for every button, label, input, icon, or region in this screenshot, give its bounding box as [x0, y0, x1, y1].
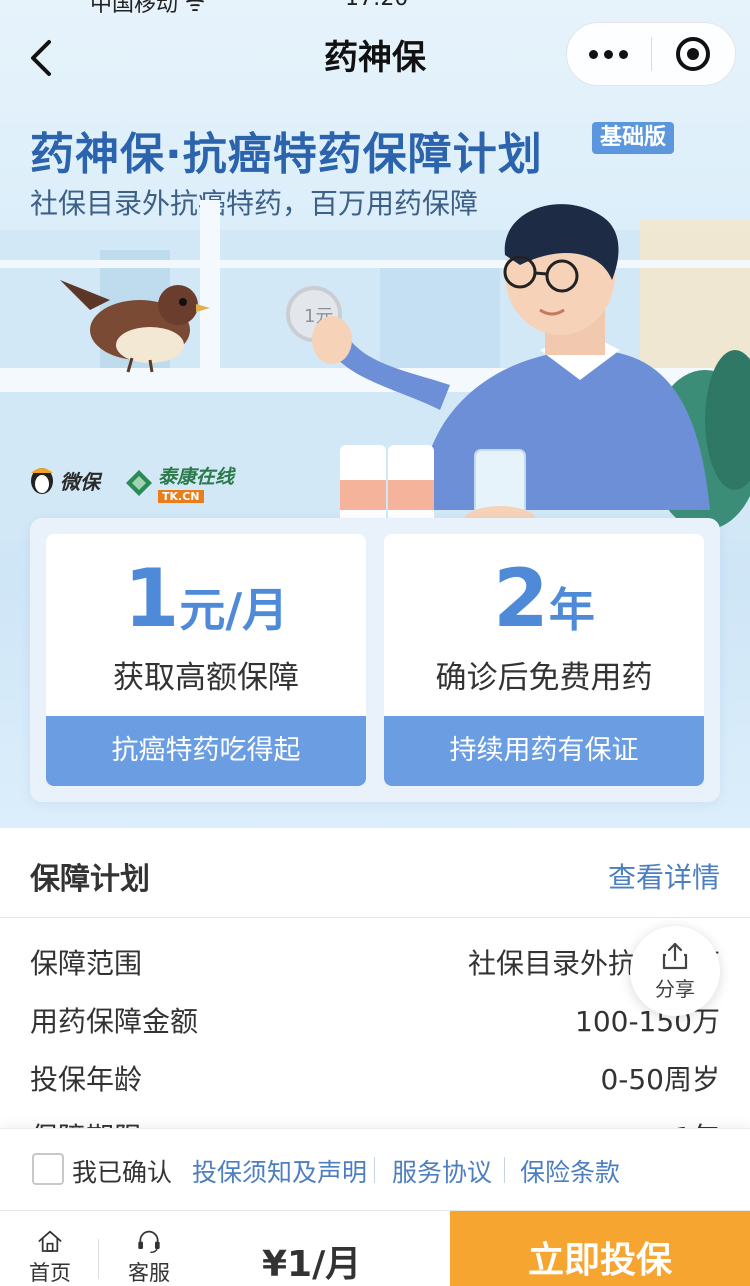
tab-customer-service[interactable]: 客服: [114, 1211, 184, 1286]
headset-icon: [138, 1230, 160, 1253]
tab-home[interactable]: 首页: [15, 1211, 85, 1286]
feature-footer: 抗癌特药吃得起: [46, 716, 366, 786]
version-badge: 基础版: [592, 122, 675, 154]
home-icon: [38, 1230, 62, 1252]
notice-link[interactable]: 投保须知及声明: [192, 1153, 367, 1189]
taikang-logo-text: 泰康在线: [158, 466, 235, 488]
tab-service-label: 客服: [128, 1261, 170, 1285]
plan-row-key: 投保年龄: [30, 1063, 143, 1096]
plan-row: 投保年龄 0-50周岁: [0, 1046, 750, 1104]
taikang-logo: 泰康在线 TK.CN: [124, 462, 234, 503]
carrier-text: 中国移动 ᯤ: [90, 0, 206, 17]
agreement-bar: 我已确认 投保须知及声明 服务协议 保险条款: [0, 1128, 750, 1210]
clock-text: 17:20: [345, 0, 408, 11]
penguin-icon: [31, 468, 53, 494]
tab-home-label: 首页: [29, 1261, 71, 1285]
plan-row-key: 用药保障金额: [30, 1005, 199, 1038]
service-agreement-link[interactable]: 服务协议: [392, 1153, 492, 1189]
feature-card-duration: 2年 确诊后免费用药 持续用药有保证: [384, 534, 704, 786]
feature-footer: 持续用药有保证: [384, 716, 704, 786]
feature-panel: 1元/月 获取高额保障 抗癌特药吃得起 2年 确诊后免费用药 持续用药有保证: [30, 518, 720, 802]
buy-now-button[interactable]: 立即投保: [450, 1211, 750, 1286]
feature-description: 确诊后免费用药: [435, 660, 653, 696]
share-icon: [662, 942, 688, 969]
hero-illustration: 1元: [0, 200, 750, 540]
taikang-mark-icon: [126, 469, 152, 496]
weibao-logo: 微保: [28, 465, 100, 495]
plan-title: 保障计划: [30, 862, 150, 897]
feature-number: 1: [123, 552, 180, 645]
plan-row-value: 0-50周岁: [600, 1063, 720, 1096]
target-icon: [676, 37, 711, 71]
feature-highlight: 2年: [384, 552, 704, 645]
weibao-logo-text: 微保: [60, 469, 100, 494]
hero-headline: 药神保·抗癌特药保障计划: [30, 129, 543, 180]
more-button[interactable]: [567, 22, 651, 86]
feature-unit: 年: [548, 583, 595, 637]
agreement-label: 我已确认: [72, 1158, 173, 1187]
feature-card-price: 1元/月 获取高额保障 抗癌特药吃得起: [46, 534, 366, 786]
hero-banner: 中国移动 ᯤ 17:20 药神保 药神保·抗癌特药保障计划 基础版 社保目录外抗…: [0, 0, 750, 828]
feature-unit: 元/月: [179, 583, 289, 637]
feature-number: 2: [493, 552, 549, 645]
plan-row: 保障期限 1年: [0, 1104, 750, 1130]
share-label: 分享: [655, 976, 695, 1001]
taikang-domain-tag: TK.CN: [158, 490, 204, 503]
policy-terms-link[interactable]: 保险条款: [520, 1153, 620, 1189]
share-button[interactable]: 分享: [630, 926, 720, 1016]
price-label: ¥1/月: [262, 1244, 362, 1285]
feature-description: 获取高额保障: [113, 660, 299, 696]
status-bar: 中国移动 ᯤ 17:20: [0, 0, 750, 17]
close-miniprogram-button[interactable]: [652, 22, 736, 86]
view-details-link[interactable]: 查看详情: [608, 856, 720, 896]
bottom-action-bar: 首页 客服 ¥1/月 立即投保: [0, 1210, 750, 1286]
plan-row-key: 保障范围: [30, 947, 143, 980]
plan-section-header: 保障计划 查看详情: [0, 828, 750, 918]
miniprogram-capsule: [566, 22, 736, 86]
agreement-checkbox[interactable]: [32, 1153, 64, 1185]
feature-highlight: 1元/月: [46, 552, 366, 645]
